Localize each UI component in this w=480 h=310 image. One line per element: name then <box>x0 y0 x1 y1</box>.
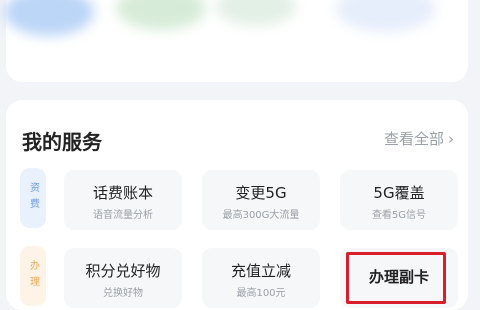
banner-shape <box>216 0 296 26</box>
tile-title: 积分兑好物 <box>85 262 161 280</box>
banner-shape <box>336 0 436 32</box>
tile-title: 话费账本 <box>92 184 153 202</box>
tile-5g-coverage[interactable]: 5G覆盖 查看5G信号 <box>340 170 458 230</box>
tile-title: 变更5G <box>235 184 287 202</box>
tile-subtitle: 查看5G信号 <box>371 210 427 221</box>
tile-subtitle: 最高100元 <box>236 288 286 299</box>
view-all-link[interactable]: 查看全部 › <box>384 128 454 149</box>
tile-title: 5G覆盖 <box>373 184 425 202</box>
tile-title: 办理副卡 <box>368 268 429 286</box>
banner-shape <box>116 0 206 30</box>
tile-change-5g[interactable]: 变更5G 最高300G大流量 <box>202 170 320 230</box>
view-all-label: 查看全部 <box>383 130 444 148</box>
tile-title: 充值立减 <box>230 262 291 280</box>
my-services-card: 我的服务 查看全部 › 资费 办理 话费账本 语音流量分析 变更5G 最高300G… <box>6 100 468 310</box>
top-banner-card <box>4 0 468 82</box>
tile-points-redeem[interactable]: 积分兑好物 兑换好物 <box>64 248 182 308</box>
tile-subtitle: 兑换好物 <box>103 288 143 299</box>
tile-subtitle: 最高300G大流量 <box>222 210 300 221</box>
tile-subtitle: 语音流量分析 <box>93 210 153 221</box>
tile-recharge-discount[interactable]: 充值立减 最高100元 <box>202 248 320 308</box>
tile-secondary-card[interactable]: 办理副卡 <box>340 248 458 308</box>
tile-phone-bill[interactable]: 话费账本 语音流量分析 <box>64 170 182 230</box>
section-title: 我的服务 <box>22 130 102 154</box>
category-tag-fees: 资费 <box>20 168 46 228</box>
category-tag-handle: 办理 <box>20 246 46 306</box>
banner-shape <box>4 0 94 36</box>
chevron-right-icon: › <box>448 130 454 148</box>
